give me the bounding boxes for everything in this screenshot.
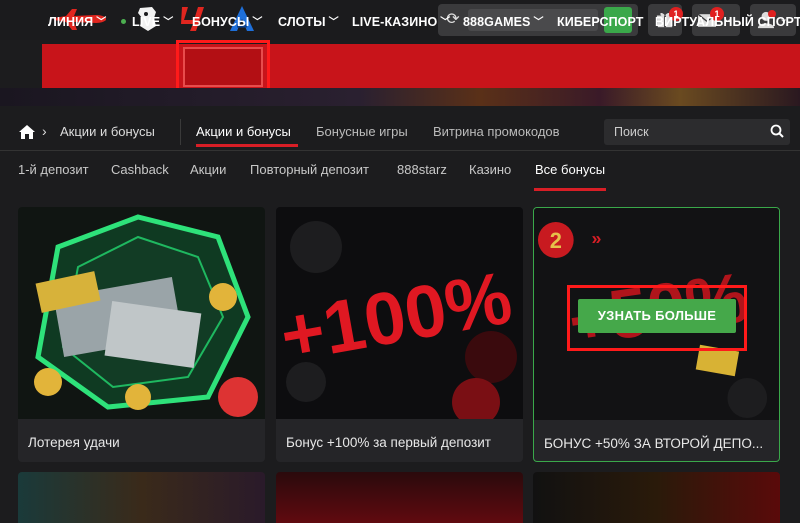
category-promotions[interactable]: Акции xyxy=(190,162,226,177)
nav-label: 888GAMES xyxy=(463,15,531,29)
divider xyxy=(180,119,181,145)
search-placeholder: Поиск xyxy=(614,125,649,139)
chevron-down-icon: ﹀ xyxy=(533,17,544,28)
active-category-indicator xyxy=(534,188,606,191)
tab-promotions[interactable]: Акции и бонусы xyxy=(196,124,291,139)
breadcrumb-current[interactable]: Акции и бонусы xyxy=(60,124,155,139)
nav-item-live-casino[interactable]: LIVE-КАЗИНО ﹀ xyxy=(352,0,450,44)
search-icon[interactable] xyxy=(770,124,784,138)
nav-label: ВИРТУАЛЬНЫЙ СПОРТ xyxy=(655,15,800,29)
bonus-card-first-deposit[interactable]: +100% Бонус +100% за первый депозит xyxy=(276,207,523,462)
nav-label: LIVE-КАЗИНО xyxy=(352,15,438,29)
lottery-card-image xyxy=(18,207,265,419)
search-input[interactable]: Поиск xyxy=(604,119,790,145)
live-dot-icon xyxy=(121,19,126,24)
card-title: Лотерея удачи xyxy=(28,435,120,450)
category-first-deposit[interactable]: 1-й депозит xyxy=(18,162,89,177)
nav-label: LIVE xyxy=(132,15,161,29)
nav-item-line[interactable]: ЛИНИЯ ﹀ xyxy=(48,0,106,44)
category-casino[interactable]: Казино xyxy=(469,162,511,177)
nav-label: КИБЕРСПОРТ xyxy=(557,15,644,29)
bonus-card-row2-1[interactable] xyxy=(18,472,265,523)
nav-item-bonuses[interactable]: БОНУСЫ ﹀ xyxy=(192,0,262,44)
svg-text:»: » xyxy=(592,228,602,248)
bonus-card-lottery[interactable]: Лотерея удачи xyxy=(18,207,265,462)
chevron-down-icon: ﹀ xyxy=(163,17,174,28)
nav-item-virtual-sport[interactable]: ВИРТУАЛЬНЫЙ СПОРТ xyxy=(655,0,800,44)
main-nav xyxy=(42,44,800,88)
category-888starz[interactable]: 888starz xyxy=(397,162,447,177)
bonus-card-row2-3[interactable] xyxy=(533,472,780,523)
chevron-down-icon: ﹀ xyxy=(440,17,451,28)
card-title: БОНУС +50% ЗА ВТОРОЙ ДЕПО... xyxy=(544,436,764,451)
nav-item-slots[interactable]: СЛОТЫ ﹀ xyxy=(278,0,339,44)
nav-label: СЛОТЫ xyxy=(278,15,326,29)
nav-label: ЛИНИЯ xyxy=(48,15,94,29)
bonus-card-row2-2[interactable] xyxy=(276,472,523,523)
step-number: 2 xyxy=(550,228,562,253)
banner-strip xyxy=(0,88,800,106)
nav-item-888games[interactable]: 888GAMES ﹀ xyxy=(463,0,544,44)
nav-label: БОНУСЫ xyxy=(192,15,250,29)
first-deposit-card-image: +100% xyxy=(276,207,523,419)
tab-promo-showcase[interactable]: Витрина промокодов xyxy=(433,124,560,139)
category-repeat-deposit[interactable]: Повторный депозит xyxy=(250,162,369,177)
learn-more-button[interactable]: УЗНАТЬ БОЛЬШЕ xyxy=(578,299,736,333)
nav-item-live[interactable]: LIVE ﹀ xyxy=(121,0,173,44)
chevron-down-icon: ﹀ xyxy=(328,17,339,28)
chevron-down-icon: ﹀ xyxy=(96,17,107,28)
card-title: Бонус +100% за первый депозит xyxy=(286,435,491,450)
chevron-down-icon: ﹀ xyxy=(252,17,263,28)
tab-bonus-games[interactable]: Бонусные игры xyxy=(316,124,408,139)
nav-item-esports[interactable]: КИБЕРСПОРТ xyxy=(557,0,644,44)
chevron-right-icon: › xyxy=(42,123,47,139)
category-cashback[interactable]: Cashback xyxy=(111,162,169,177)
active-tab-indicator xyxy=(196,144,298,147)
bonus-highlight-frame xyxy=(176,40,270,94)
category-all-bonuses[interactable]: Все бонусы xyxy=(535,162,605,177)
home-icon[interactable] xyxy=(18,124,36,140)
